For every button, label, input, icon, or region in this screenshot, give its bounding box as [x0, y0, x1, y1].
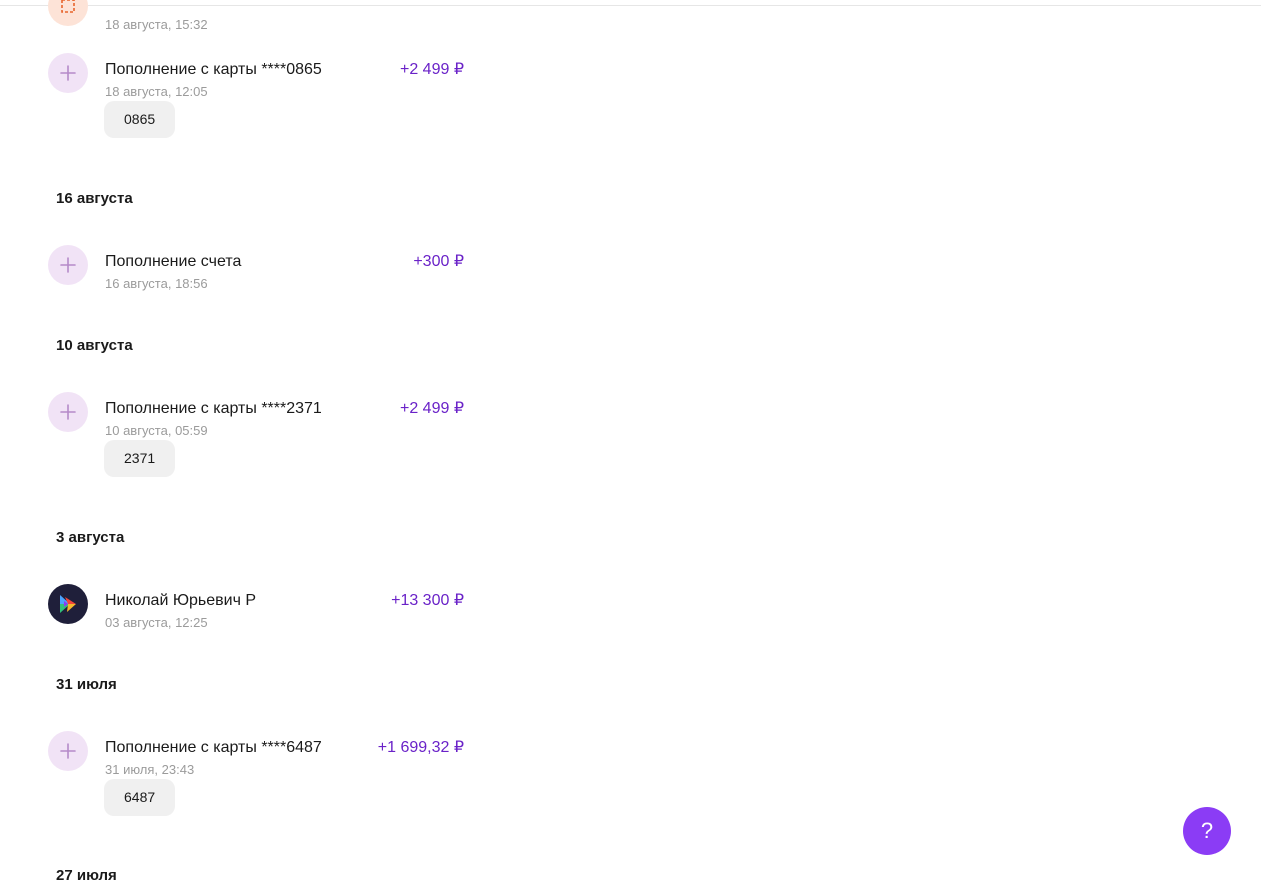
transaction-title: Пополнение счета: [105, 253, 242, 270]
transaction-item[interactable]: Николай Юрьевич Р 03 августа, 12:25 +13 …: [48, 584, 468, 630]
transaction-date: 18 августа, 15:32: [105, 17, 208, 32]
plus-icon: [48, 392, 88, 432]
transaction-title: Николай Юрьевич Р: [105, 592, 257, 609]
card-chip[interactable]: 6487: [104, 779, 176, 816]
receipt-icon: [48, 0, 88, 26]
card-chip[interactable]: 0865: [104, 101, 176, 138]
transaction-date: 10 августа, 05:59: [105, 423, 208, 438]
transaction-item[interactable]: Пополнение с карты ****6487 31 июля, 23:…: [48, 731, 468, 777]
date-group-header: 10 августа: [56, 337, 133, 354]
transaction-item[interactable]: Пополнение с карты ****2371 10 августа, …: [48, 392, 468, 438]
transaction-amount: +2 499 ₽: [399, 400, 464, 417]
transaction-item[interactable]: Пополнение счета 16 августа, 18:56 +300 …: [48, 245, 468, 291]
transaction-title: Пополнение с карты ****2371: [105, 400, 322, 417]
plus-icon: [48, 245, 88, 285]
plus-icon: [48, 731, 88, 771]
transaction-title: Пополнение с карты ****6487: [105, 739, 322, 756]
transaction-item[interactable]: Пополнение с карты ****0865 18 августа, …: [48, 53, 468, 99]
transaction-date: 03 августа, 12:25: [105, 615, 208, 630]
date-group-header: 3 августа: [56, 529, 125, 546]
transaction-title: Пополнение с карты ****0865: [105, 61, 322, 78]
date-group-header: 27 июля: [56, 867, 117, 880]
operations-history-page: 18 августа, 15:32 Пополнение с карты ***…: [0, 0, 1261, 880]
transaction-date: 31 июля, 23:43: [105, 762, 195, 777]
transaction-date: 16 августа, 18:56: [105, 276, 208, 291]
transaction-amount: +13 300 ₽: [391, 592, 464, 609]
plus-icon: [48, 53, 88, 93]
date-group-header: 31 июля: [56, 676, 117, 693]
help-button[interactable]: ?: [1183, 807, 1231, 855]
transaction-date: 18 августа, 12:05: [105, 84, 208, 99]
transaction-amount: +300 ₽: [413, 253, 464, 270]
date-group-header: 16 августа: [56, 190, 133, 207]
transaction-amount: +1 699,32 ₽: [377, 739, 464, 756]
bank-logo-icon: [48, 584, 88, 624]
question-icon: ?: [1200, 818, 1214, 843]
transaction-amount: +2 499 ₽: [399, 61, 464, 78]
card-chip[interactable]: 2371: [104, 440, 176, 477]
transaction-item[interactable]: 18 августа, 15:32: [48, 0, 468, 32]
